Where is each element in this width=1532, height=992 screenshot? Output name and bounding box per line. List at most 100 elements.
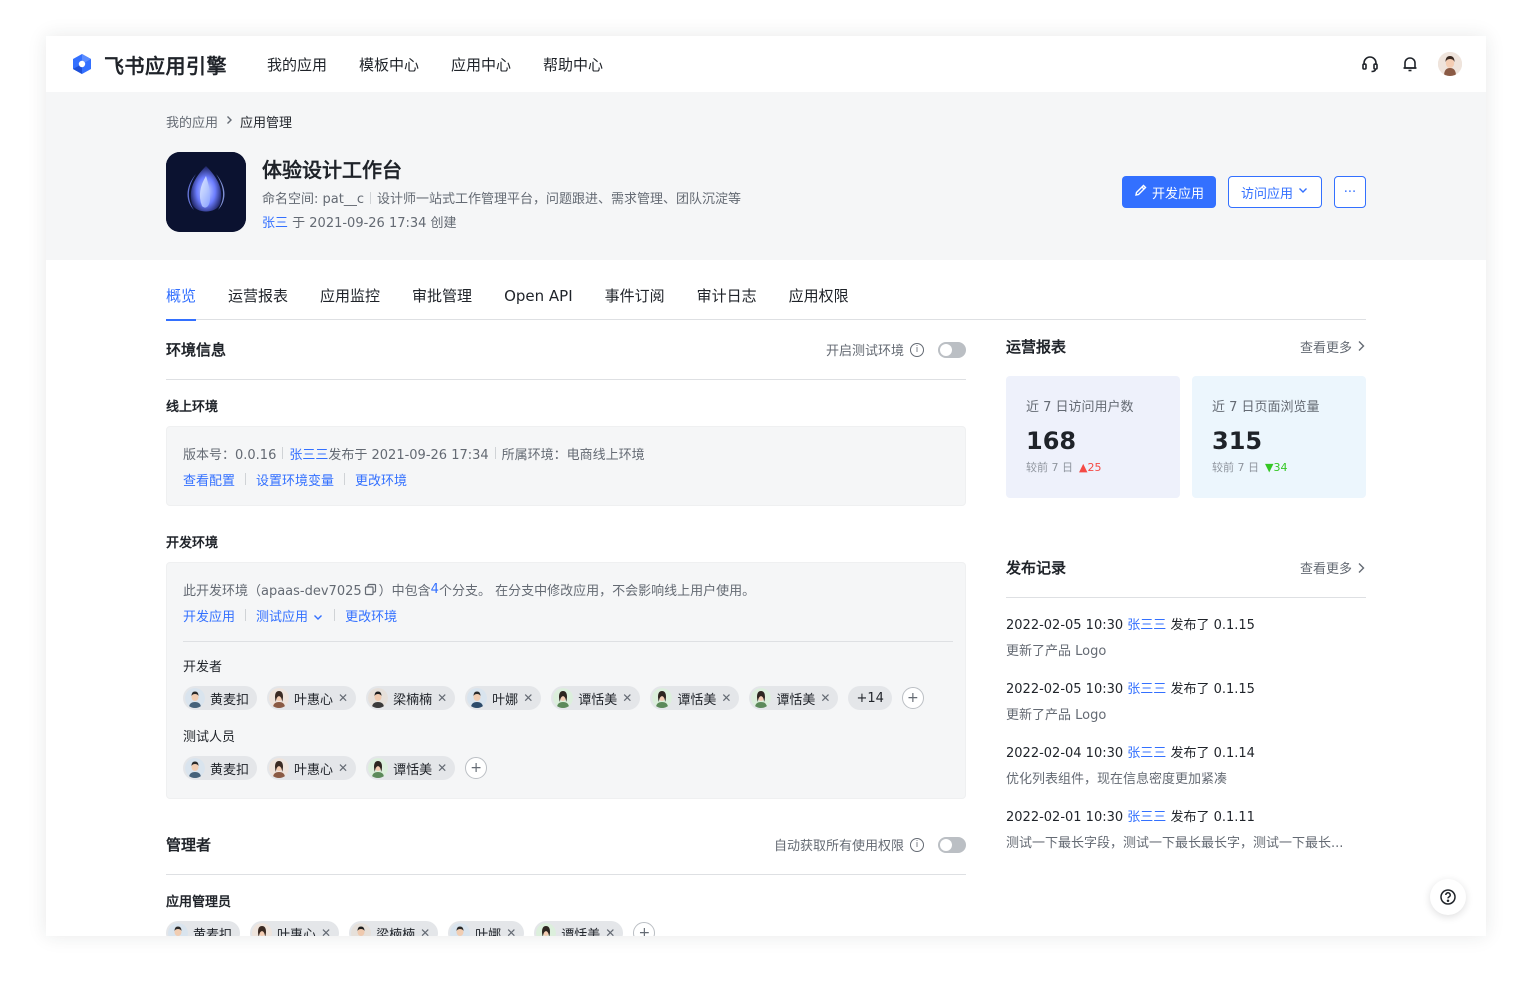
stat-card-pageviews[interactable]: 近 7 日页面浏览量 315 较前 7 日 ▼34	[1192, 376, 1366, 498]
person-chip[interactable]: 谭恬美 ✕	[749, 686, 839, 710]
person-name: 叶惠心	[277, 927, 317, 937]
set-env-vars-link[interactable]: 设置环境变量	[256, 470, 334, 489]
develop-app-button[interactable]: 开发应用	[1121, 176, 1216, 208]
ops-more-link[interactable]: 查看更多	[1300, 337, 1366, 356]
tab-events[interactable]: 事件订阅	[605, 284, 665, 320]
more-actions-button[interactable]: ···	[1334, 176, 1366, 208]
visit-app-dropdown[interactable]: 访问应用	[1227, 176, 1322, 208]
ops-more-label: 查看更多	[1299, 340, 1352, 356]
nav-help[interactable]: 帮助中心	[543, 54, 603, 75]
nav-app-center[interactable]: 应用中心	[451, 54, 511, 75]
test-env-label: 开启测试环境	[825, 344, 904, 359]
remove-icon[interactable]: ✕	[605, 926, 615, 936]
person-chip[interactable]: 叶惠心 ✕	[267, 756, 357, 780]
divider	[282, 447, 284, 459]
dev-env-title: 开发环境	[166, 536, 219, 551]
brand[interactable]: 飞书应用引擎	[70, 50, 227, 79]
release-action: 发布了 0.1.15	[1166, 682, 1255, 697]
remove-icon[interactable]: ✕	[820, 691, 830, 705]
person-chip[interactable]: 黄麦扣	[166, 921, 241, 936]
release-item: 2022-02-01 10:30 张三三 发布了 0.1.11 测试一下最长字段…	[1006, 806, 1366, 854]
person-chip[interactable]: 黄麦扣	[183, 686, 258, 710]
release-more-link[interactable]: 查看更多	[1300, 558, 1366, 577]
developers-label: 开发者	[183, 660, 223, 675]
auto-permission-toggle[interactable]	[938, 836, 966, 853]
person-chip[interactable]: 梁楠楠 ✕	[349, 921, 439, 936]
remove-icon[interactable]: ✕	[321, 926, 331, 936]
stat-card-visitors[interactable]: 近 7 日访问用户数 168 较前 7 日 ▲25	[1006, 376, 1180, 498]
person-chip[interactable]: 黄麦扣	[183, 756, 258, 780]
stat-delta-value: 34	[1273, 460, 1288, 474]
person-chip[interactable]: 叶娜 ✕	[448, 921, 525, 936]
release-user-link[interactable]: 张三三	[1127, 810, 1166, 825]
remove-icon[interactable]: ✕	[338, 691, 348, 705]
user-avatar[interactable]	[1438, 52, 1462, 76]
add-developer-button[interactable]: +	[901, 687, 924, 709]
question-icon	[1440, 889, 1456, 905]
remove-icon[interactable]: ✕	[338, 761, 348, 775]
change-env-link[interactable]: 更改环境	[355, 470, 407, 489]
release-user-link[interactable]: 张三三	[1127, 746, 1166, 761]
nav-templates[interactable]: 模板中心	[359, 54, 419, 75]
breadcrumb-parent[interactable]: 我的应用	[166, 112, 218, 131]
avatar	[553, 688, 574, 708]
stat-compare: 较前 7 日 ▼34	[1212, 459, 1346, 475]
tab-monitor[interactable]: 应用监控	[320, 284, 380, 320]
release-user-link[interactable]: 张三三	[1127, 618, 1166, 633]
more-developers-badge[interactable]: +14	[848, 686, 892, 710]
tab-open-api[interactable]: Open API	[504, 284, 573, 320]
person-chip[interactable]: 叶惠心 ✕	[250, 921, 340, 937]
person-chip[interactable]: 梁楠楠 ✕	[366, 686, 456, 710]
tab-ops-report[interactable]: 运营报表	[228, 284, 288, 320]
online-env-links: 查看配置 设置环境变量 更改环境	[183, 467, 949, 491]
release-header: 2022-02-01 10:30 张三三 发布了 0.1.11	[1006, 806, 1366, 828]
person-chip[interactable]: 谭恬美 ✕	[366, 756, 456, 780]
remove-icon[interactable]: ✕	[437, 691, 447, 705]
nav-my-apps[interactable]: 我的应用	[267, 54, 327, 75]
stat-label: 近 7 日页面浏览量	[1212, 400, 1320, 415]
person-chip[interactable]: 谭恬美 ✕	[650, 686, 740, 710]
env-belong: 所属环境：电商线上环境	[501, 447, 645, 463]
develop-link[interactable]: 开发应用	[183, 606, 235, 625]
person-chip[interactable]: 谭恬美 ✕	[551, 686, 641, 710]
creator-link[interactable]: 张三	[262, 216, 288, 231]
view-config-link[interactable]: 查看配置	[183, 470, 235, 489]
info-icon[interactable]: i	[910, 837, 924, 852]
divider	[245, 473, 247, 485]
divider	[245, 609, 247, 621]
remove-icon[interactable]: ✕	[622, 691, 632, 705]
release-user-link[interactable]: 张三三	[1127, 682, 1166, 697]
dev-env-desc-pre: 此开发环境（apaas-dev7025	[183, 583, 362, 599]
remove-icon[interactable]: ✕	[721, 691, 731, 705]
person-chip[interactable]: 叶娜 ✕	[465, 686, 542, 710]
app-description: 设计师一站式工作管理平台，问题跟进、需求管理、团队沉淀等	[376, 192, 741, 207]
add-tester-button[interactable]: +	[465, 757, 488, 779]
ops-section-header: 运营报表 查看更多	[1006, 320, 1366, 372]
tab-permissions[interactable]: 应用权限	[789, 284, 849, 320]
help-button[interactable]	[1430, 879, 1466, 915]
tab-approval[interactable]: 审批管理	[412, 284, 472, 320]
remove-icon[interactable]: ✕	[437, 761, 447, 775]
headset-icon[interactable]	[1358, 52, 1382, 76]
tab-overview[interactable]: 概览	[166, 284, 197, 321]
remove-icon[interactable]: ✕	[420, 926, 430, 936]
nav-right-tools	[1358, 52, 1462, 76]
person-chip[interactable]: 叶惠心 ✕	[267, 686, 357, 710]
top-nav: 飞书应用引擎 我的应用 模板中心 应用中心 帮助中心	[46, 36, 1486, 92]
chevron-right-icon	[1358, 341, 1365, 351]
publish-time: 发布于 2021-09-26 17:34	[328, 447, 489, 463]
test-app-dropdown[interactable]: 测试应用	[256, 606, 324, 625]
test-env-toggle[interactable]	[938, 341, 966, 358]
bell-icon[interactable]	[1398, 52, 1422, 76]
add-admin-button[interactable]: +	[633, 922, 656, 936]
branch-count-link[interactable]: 4	[431, 582, 439, 597]
auto-permission-toggle-group: 自动获取所有使用权限 i	[774, 835, 966, 854]
person-chip[interactable]: 谭恬美 ✕	[534, 921, 624, 936]
tab-audit[interactable]: 审计日志	[697, 284, 757, 320]
copy-icon[interactable]	[364, 583, 377, 596]
publisher-link[interactable]: 张三三	[289, 444, 328, 463]
remove-icon[interactable]: ✕	[523, 691, 533, 705]
info-icon[interactable]: i	[910, 342, 924, 357]
remove-icon[interactable]: ✕	[506, 926, 516, 936]
change-dev-env-link[interactable]: 更改环境	[345, 606, 397, 625]
